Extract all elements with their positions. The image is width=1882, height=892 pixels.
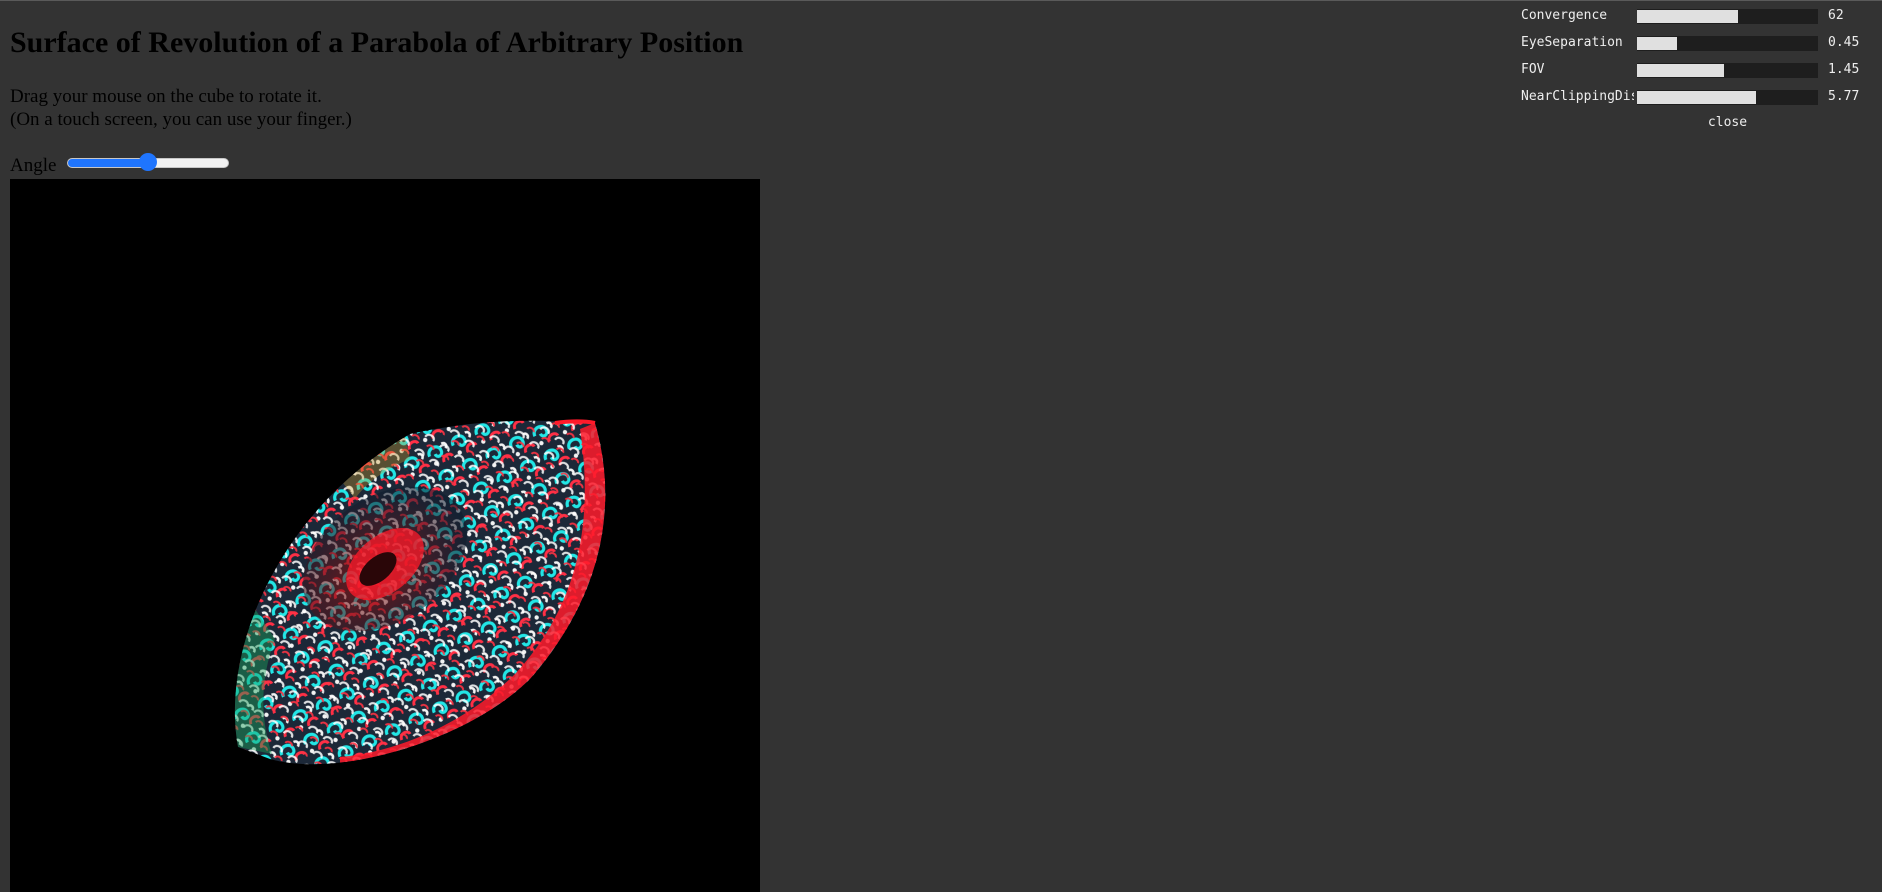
fov-slider[interactable] [1637, 63, 1818, 78]
gui-label-convergence: Convergence [1521, 8, 1608, 23]
eye-separation-slider-fill [1637, 37, 1677, 50]
convergence-value[interactable]: 62 [1828, 8, 1844, 23]
gui-label-fov: FOV [1521, 62, 1545, 77]
instruction-line-touch: (On a touch screen, you can use your fin… [10, 109, 352, 130]
eye-separation-value[interactable]: 0.45 [1828, 35, 1859, 50]
gui-label-eye-separation: EyeSeparation [1521, 35, 1623, 50]
near-clipping-slider[interactable] [1637, 90, 1818, 105]
gui-row-fov[interactable]: FOV 1.45 [1516, 59, 1882, 81]
gui-label-near-clipping: NearClippingDistance [1521, 89, 1634, 104]
near-clipping-slider-fill [1637, 91, 1757, 104]
fov-value[interactable]: 1.45 [1828, 62, 1859, 77]
convergence-slider-fill [1637, 10, 1739, 23]
eye-separation-slider[interactable] [1637, 36, 1818, 51]
angle-label-text: Angle [10, 155, 57, 176]
parabolic-surface [234, 419, 606, 765]
convergence-slider[interactable] [1637, 9, 1818, 24]
angle-slider[interactable] [67, 153, 229, 173]
angle-label: Angle [10, 153, 56, 177]
fov-slider-fill [1637, 64, 1724, 77]
render-canvas[interactable] [10, 179, 760, 892]
page-title: Surface of Revolution of a Parabola of A… [10, 26, 744, 59]
surface-render [234, 419, 606, 765]
close-button[interactable]: close [1637, 115, 1818, 130]
angle-slider-fill [68, 159, 148, 167]
instructions: Drag your mouse on the cube to rotate it… [10, 85, 352, 131]
angle-slider-thumb[interactable] [139, 153, 157, 171]
near-clipping-value[interactable]: 5.77 [1828, 89, 1859, 104]
instruction-line-mouse: Drag your mouse on the cube to rotate it… [10, 86, 322, 107]
gui-row-convergence[interactable]: Convergence 62 [1516, 5, 1882, 27]
gui-row-near-clipping[interactable]: NearClippingDistance 5.77 [1516, 86, 1882, 108]
gui-row-eye-separation[interactable]: EyeSeparation 0.45 [1516, 32, 1882, 54]
